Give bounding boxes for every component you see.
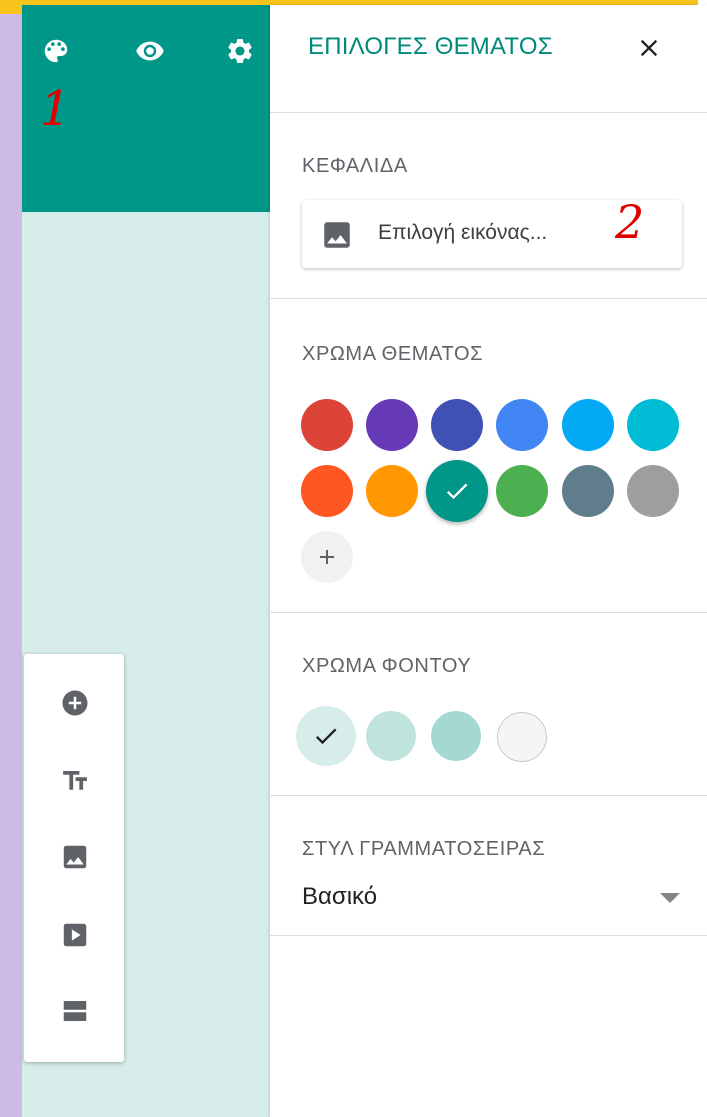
font-style-value: Βασικό bbox=[302, 883, 378, 910]
theme-color-swatch[interactable] bbox=[627, 465, 679, 517]
close-icon[interactable] bbox=[634, 33, 664, 63]
theme-color-swatch[interactable] bbox=[301, 465, 353, 517]
panel-title: ΕΠΙΛΟΓΕΣ ΘΕΜΑΤΟΣ bbox=[308, 33, 553, 60]
theme-color-swatch[interactable] bbox=[562, 399, 614, 451]
divider bbox=[270, 298, 707, 299]
choose-image-label: Επιλογή εικόνας... bbox=[378, 221, 548, 244]
header-section-label: ΚΕΦΑΛΙΔΑ bbox=[302, 155, 408, 177]
background-color-swatch[interactable] bbox=[431, 711, 481, 761]
plus-icon bbox=[320, 550, 334, 564]
background-color-swatch[interactable] bbox=[497, 712, 547, 762]
add-title-icon[interactable] bbox=[60, 766, 90, 796]
divider bbox=[270, 935, 707, 936]
side-toolbar bbox=[24, 654, 124, 1062]
background-color-swatch-selected[interactable] bbox=[296, 706, 356, 766]
theme-color-swatch[interactable] bbox=[496, 465, 548, 517]
theme-color-swatch[interactable] bbox=[301, 399, 353, 451]
font-style-label: ΣΤΥΛ ΓΡΑΜΜΑΤΟΣΕΙΡΑΣ bbox=[302, 838, 546, 860]
palette-icon[interactable] bbox=[34, 29, 78, 73]
annotation-number-2: 2 bbox=[615, 195, 645, 249]
add-video-icon[interactable] bbox=[60, 920, 90, 950]
checkmark-icon bbox=[296, 706, 356, 766]
add-section-icon[interactable] bbox=[60, 996, 90, 1026]
theme-color-swatch[interactable] bbox=[431, 399, 483, 451]
theme-color-swatch[interactable] bbox=[562, 465, 614, 517]
eye-icon[interactable] bbox=[128, 29, 172, 73]
theme-color-label: ΧΡΩΜΑ ΘΕΜΑΤΟΣ bbox=[302, 343, 484, 365]
add-image-icon[interactable] bbox=[60, 842, 90, 872]
top-accent-tab bbox=[0, 0, 22, 14]
checkmark-icon bbox=[426, 460, 488, 522]
theme-color-swatch[interactable] bbox=[496, 399, 548, 451]
add-custom-color-button[interactable] bbox=[301, 531, 353, 583]
add-question-icon[interactable] bbox=[60, 688, 90, 718]
divider bbox=[270, 112, 707, 113]
divider bbox=[270, 612, 707, 613]
theme-color-swatch-selected[interactable] bbox=[426, 460, 488, 522]
theme-options-panel: ΕΠΙΛΟΓΕΣ ΘΕΜΑΤΟΣ ΚΕΦΑΛΙΔΑ Επιλογή εικόνα… bbox=[270, 5, 707, 1117]
form-header: 1 bbox=[22, 5, 270, 212]
divider bbox=[270, 795, 707, 796]
dropdown-arrow-icon bbox=[660, 893, 680, 903]
annotation-number-1: 1 bbox=[40, 81, 71, 137]
theme-color-swatch[interactable] bbox=[627, 399, 679, 451]
background-color-label: ΧΡΩΜΑ ΦΟΝΤΟΥ bbox=[302, 655, 472, 677]
background-color-swatch[interactable] bbox=[366, 711, 416, 761]
theme-color-swatch[interactable] bbox=[366, 399, 418, 451]
theme-color-swatch[interactable] bbox=[366, 465, 418, 517]
settings-icon[interactable] bbox=[218, 29, 262, 73]
image-icon bbox=[320, 218, 354, 252]
left-border-strip bbox=[0, 14, 22, 1117]
